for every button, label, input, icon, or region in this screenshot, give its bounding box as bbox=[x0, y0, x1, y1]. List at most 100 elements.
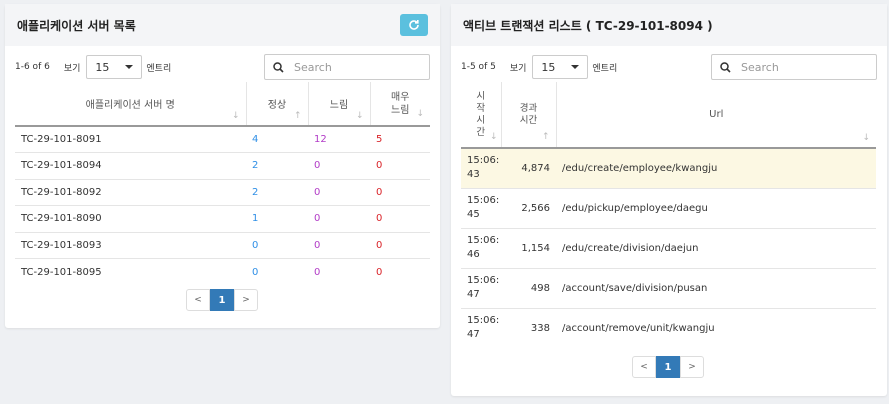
table-row[interactable]: TC-29-101-8095 0 0 0 bbox=[15, 258, 430, 285]
table-row[interactable]: 15:06: 43 4,874/edu/create/employee/kwang… bbox=[461, 147, 876, 188]
col-very-slow[interactable]: 매우 느림 ↓ bbox=[370, 82, 430, 126]
page-1-button[interactable]: 1 bbox=[210, 289, 234, 311]
col-elapsed[interactable]: 경과 시간 ↑ bbox=[501, 82, 557, 148]
panel-header: 액티브 트랜잭션 리스트 ( TC-29-101-8094 ) bbox=[451, 4, 887, 46]
chevron-down-icon bbox=[571, 65, 580, 69]
prev-page-button[interactable]: < bbox=[632, 356, 656, 378]
app-server-table: 애플리케이션 서버 명 ↓ 정상 ↑ 느림 ↓ 매우 느림 ↓ TC-29-101-80… bbox=[15, 82, 430, 285]
show-label: 보기 bbox=[509, 63, 527, 74]
very-slow-count-cell: 0 bbox=[370, 178, 430, 206]
pagination: < 1 > bbox=[632, 356, 704, 378]
table-controls: 1-6 of 6 보기 15 엔트리 Search bbox=[15, 54, 430, 80]
url-cell: /account/remove/unit/kwangju bbox=[556, 307, 876, 348]
normal-count-cell: 2 bbox=[246, 152, 308, 179]
normal-count-cell: 1 bbox=[246, 205, 308, 232]
sort-up-icon: ↑ bbox=[541, 132, 550, 142]
prev-page-button[interactable]: < bbox=[186, 289, 210, 311]
elapsed-cell: 498 bbox=[501, 267, 556, 308]
search-input[interactable]: Search bbox=[711, 54, 877, 80]
pagination: < 1 > bbox=[186, 289, 258, 311]
table-row[interactable]: 15:06: 46 1,154/edu/create/division/daeju… bbox=[461, 227, 876, 268]
server-name-cell: TC-29-101-8090 bbox=[15, 205, 246, 232]
table-row[interactable]: TC-29-101-8094 2 0 0 bbox=[15, 152, 430, 179]
page-size-value: 15 bbox=[541, 60, 556, 74]
col-url[interactable]: Url ↓ bbox=[556, 82, 876, 148]
active-transaction-table: 시 작 시 간 ↓ 경과 시간 ↑ Url ↓ 15:06: 43 4,874/edu/… bbox=[461, 82, 876, 348]
sort-down-icon: ↓ bbox=[489, 132, 498, 142]
normal-count-cell: 0 bbox=[246, 231, 308, 259]
elapsed-cell: 2,566 bbox=[501, 187, 556, 228]
page-size-value: 15 bbox=[95, 60, 110, 74]
very-slow-count-cell: 0 bbox=[370, 258, 430, 285]
sort-down-icon: ↓ bbox=[355, 111, 364, 121]
slow-count-cell: 12 bbox=[308, 125, 370, 153]
server-name-cell: TC-29-101-8094 bbox=[15, 152, 246, 179]
server-name-cell: TC-29-101-8091 bbox=[15, 125, 246, 153]
search-input[interactable]: Search bbox=[264, 54, 430, 80]
panel-title: 액티브 트랜잭션 리스트 ( TC-29-101-8094 ) bbox=[463, 18, 713, 33]
next-page-button[interactable]: > bbox=[234, 289, 258, 311]
col-server-name[interactable]: 애플리케이션 서버 명 ↓ bbox=[15, 82, 247, 126]
refresh-icon bbox=[409, 20, 419, 30]
very-slow-count-cell: 0 bbox=[370, 152, 430, 179]
app-server-panel: 애플리케이션 서버 목록 1-6 of 6 보기 15 엔트리 Search 애… bbox=[5, 4, 440, 328]
table-row[interactable]: TC-29-101-8091 4 12 5 bbox=[15, 125, 430, 153]
start-time-cell: 15:06: 46 bbox=[461, 227, 501, 268]
entries-label: 엔트리 bbox=[146, 63, 172, 74]
sort-down-icon: ↓ bbox=[862, 133, 870, 143]
table-row[interactable]: TC-29-101-8092 2 0 0 bbox=[15, 178, 430, 206]
refresh-button[interactable] bbox=[400, 14, 428, 36]
slow-count-cell: 0 bbox=[308, 231, 370, 259]
page-1-button[interactable]: 1 bbox=[656, 356, 680, 378]
very-slow-count-cell: 0 bbox=[370, 231, 430, 259]
next-page-button[interactable]: > bbox=[680, 356, 704, 378]
table-controls: 1-5 of 5 보기 15 엔트리 Search bbox=[461, 54, 877, 80]
entries-label: 엔트리 bbox=[592, 63, 618, 74]
sort-up-icon: ↑ bbox=[293, 111, 302, 121]
search-placeholder: Search bbox=[294, 60, 332, 74]
range-label: 1-5 of 5 bbox=[461, 62, 496, 72]
table-row[interactable]: TC-29-101-8093 0 0 0 bbox=[15, 231, 430, 259]
very-slow-count-cell: 0 bbox=[370, 205, 430, 232]
sort-down-icon: ↓ bbox=[416, 109, 424, 119]
active-transaction-panel: 액티브 트랜잭션 리스트 ( TC-29-101-8094 ) 1-5 of 5… bbox=[451, 4, 887, 396]
url-cell: /edu/pickup/employee/daegu bbox=[556, 187, 876, 228]
slow-count-cell: 0 bbox=[308, 152, 370, 179]
page-size-select[interactable]: 15 bbox=[86, 55, 143, 79]
normal-count-cell: 2 bbox=[246, 178, 308, 206]
elapsed-cell: 1,154 bbox=[501, 227, 556, 268]
sort-down-icon: ↓ bbox=[231, 111, 240, 121]
col-slow[interactable]: 느림 ↓ bbox=[308, 82, 371, 126]
slow-count-cell: 0 bbox=[308, 178, 370, 206]
start-time-cell: 15:06: 43 bbox=[461, 147, 501, 188]
col-start-time[interactable]: 시 작 시 간 ↓ bbox=[461, 82, 502, 148]
elapsed-cell: 338 bbox=[501, 307, 556, 348]
slow-count-cell: 0 bbox=[308, 205, 370, 232]
url-cell: /edu/create/employee/kwangju bbox=[556, 147, 876, 188]
start-time-cell: 15:06: 47 bbox=[461, 307, 501, 348]
server-name-cell: TC-29-101-8093 bbox=[15, 231, 246, 259]
normal-count-cell: 4 bbox=[246, 125, 308, 153]
normal-count-cell: 0 bbox=[246, 258, 308, 285]
col-normal[interactable]: 정상 ↑ bbox=[246, 82, 309, 126]
range-label: 1-6 of 6 bbox=[15, 62, 50, 72]
table-row[interactable]: TC-29-101-8090 1 0 0 bbox=[15, 205, 430, 232]
table-row[interactable]: 15:06: 47 338/account/remove/unit/kwangju bbox=[461, 307, 876, 348]
server-name-cell: TC-29-101-8092 bbox=[15, 178, 246, 206]
server-name-cell: TC-29-101-8095 bbox=[15, 258, 246, 285]
url-cell: /account/save/division/pusan bbox=[556, 267, 876, 308]
table-row[interactable]: 15:06: 47 498/account/save/division/pusan bbox=[461, 267, 876, 308]
panel-title: 애플리케이션 서버 목록 bbox=[17, 18, 136, 33]
page-size-select[interactable]: 15 bbox=[532, 55, 589, 79]
search-icon bbox=[273, 61, 284, 73]
url-cell: /edu/create/division/daejun bbox=[556, 227, 876, 268]
panel-header: 애플리케이션 서버 목록 bbox=[5, 4, 440, 46]
slow-count-cell: 0 bbox=[308, 258, 370, 285]
very-slow-count-cell: 5 bbox=[370, 125, 430, 153]
table-row[interactable]: 15:06: 45 2,566/edu/pickup/employee/daegu bbox=[461, 187, 876, 228]
start-time-cell: 15:06: 45 bbox=[461, 187, 501, 228]
start-time-cell: 15:06: 47 bbox=[461, 267, 501, 308]
elapsed-cell: 4,874 bbox=[501, 147, 556, 188]
show-label: 보기 bbox=[63, 63, 81, 74]
search-icon bbox=[720, 61, 731, 73]
